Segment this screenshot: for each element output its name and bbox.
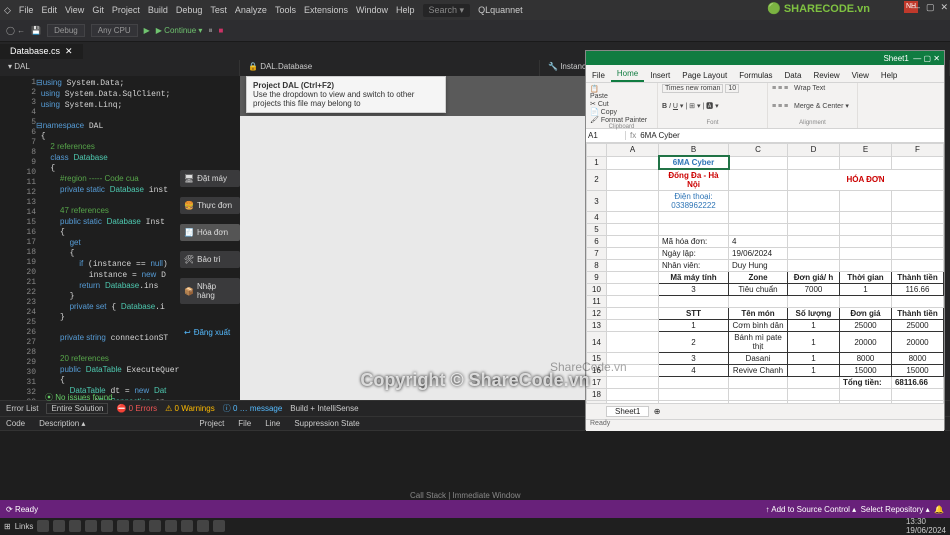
start-button[interactable]: ▶: [144, 26, 150, 35]
tab-insert[interactable]: Insert: [644, 69, 676, 82]
menu-window[interactable]: Window: [356, 5, 388, 15]
taskbar-app-icon[interactable]: [37, 520, 49, 532]
tab-file[interactable]: File: [586, 69, 611, 82]
taskbar-app-icon[interactable]: [53, 520, 65, 532]
menu-tools[interactable]: Tools: [275, 5, 296, 15]
tab-data[interactable]: Data: [779, 69, 808, 82]
fx-icon[interactable]: fx: [626, 131, 640, 140]
tab-review[interactable]: Review: [807, 69, 845, 82]
menu-edit[interactable]: Edit: [41, 5, 57, 15]
menu-test[interactable]: Test: [210, 5, 227, 15]
taskbar-app-icon[interactable]: [197, 520, 209, 532]
window-max-icon[interactable]: ▢: [926, 2, 935, 13]
menu-git[interactable]: Git: [92, 5, 104, 15]
debug-stop-icon[interactable]: ■: [218, 26, 223, 35]
start-icon[interactable]: ⊞: [4, 522, 11, 531]
platform-combo[interactable]: Any CPU: [91, 24, 138, 37]
sidebar-dang-xuat[interactable]: ↩ Đăng xuất: [180, 324, 240, 341]
tab-view[interactable]: View: [846, 69, 875, 82]
merge-center-button[interactable]: Merge & Center ▾: [794, 103, 849, 110]
callstack-tabs[interactable]: Call Stack | Immediate Window: [410, 491, 521, 500]
config-combo[interactable]: Debug: [47, 24, 85, 37]
menu-file[interactable]: File: [19, 5, 34, 15]
excel-ribbon-tabs: File Home Insert Page Layout Formulas Da…: [586, 65, 944, 83]
vs-logo: ◇: [4, 5, 11, 16]
output-panel: [0, 430, 950, 500]
excel-max-icon[interactable]: ▢: [924, 54, 932, 63]
font-size-combo[interactable]: 10: [725, 84, 739, 93]
excel-sheet[interactable]: ABCDEF16MA Cyber2Đống Đa - Hà NộiHÓA ĐƠN…: [586, 143, 944, 403]
sharecode-logo: 🟢 SHARECODE.vn: [767, 2, 870, 15]
select-repo-button[interactable]: Select Repository ▴: [861, 505, 930, 514]
taskbar-app-icon[interactable]: [133, 520, 145, 532]
menu-debug[interactable]: Debug: [176, 5, 203, 15]
add-sheet-icon[interactable]: ⊕: [649, 407, 660, 416]
menu-extensions[interactable]: Extensions: [304, 5, 348, 15]
windows-taskbar: ⊞ Links 13:3019/06/2024: [0, 518, 950, 534]
taskbar-app-icon[interactable]: [117, 520, 129, 532]
sidebar-bao-tri[interactable]: 🛠 Bảo trì: [180, 251, 240, 268]
taskbar-app-icon[interactable]: [213, 520, 225, 532]
taskbar-app-icon[interactable]: [69, 520, 81, 532]
menu-search[interactable]: Search ▾: [423, 4, 471, 17]
tray-time[interactable]: 13:3019/06/2024: [906, 517, 946, 535]
excel-window: Sheet1 — ▢ ✕ File Home Insert Page Layou…: [585, 50, 945, 430]
taskbar-app-icon[interactable]: [181, 520, 193, 532]
tab-database-cs[interactable]: Database.cs ✕: [0, 44, 83, 59]
solution-name: QLquannet: [478, 5, 523, 15]
name-box[interactable]: A1: [586, 131, 626, 140]
debug-continue-icon[interactable]: ▶ Continue ▾: [156, 26, 203, 35]
menu-view[interactable]: View: [65, 5, 84, 15]
save-icon[interactable]: 💾: [31, 26, 41, 35]
window-close-icon[interactable]: ✕: [940, 2, 948, 13]
excel-ribbon: 📋Paste ✂ Cut📄 Copy🖌 Format Painter Clipb…: [586, 83, 944, 129]
sidebar-dat-may[interactable]: 🖥 Đặt máy: [180, 170, 240, 187]
menu-build[interactable]: Build: [148, 5, 168, 15]
source-control-button[interactable]: ↑ Add to Source Control ▴: [765, 505, 856, 514]
format-painter-button[interactable]: Format Painter: [601, 117, 647, 124]
paste-button[interactable]: Paste: [590, 93, 608, 100]
formula-input[interactable]: 6MA Cyber: [640, 131, 680, 140]
menu-analyze[interactable]: Analyze: [235, 5, 267, 15]
sheet1-tab[interactable]: Sheet1: [606, 406, 649, 417]
tab-pagelayout[interactable]: Page Layout: [676, 69, 733, 82]
taskbar-app-icon[interactable]: [149, 520, 161, 532]
font-name-combo[interactable]: Times new roman: [662, 84, 723, 93]
wrap-text-button[interactable]: Wrap Text: [794, 85, 825, 92]
taskbar-app-icon[interactable]: [165, 520, 177, 532]
tab-formulas[interactable]: Formulas: [733, 69, 778, 82]
no-issues: ⦿ No issues found: [45, 392, 113, 403]
excel-close-icon[interactable]: ✕: [933, 54, 940, 63]
menu-help[interactable]: Help: [396, 5, 415, 15]
excel-titlebar: Sheet1 — ▢ ✕: [586, 51, 944, 65]
sheet-tabs: Sheet1 ⊕: [586, 403, 944, 419]
line-numbers: 1234567891011121314151617181920212223242…: [12, 76, 36, 416]
tab-home[interactable]: Home: [611, 67, 644, 82]
vs-status-bar: ⟳ Ready ↑ Add to Source Control ▴ Select…: [0, 500, 950, 518]
app-sidebar: 🖥 Đặt máy 🍔 Thực đơn 🧾 Hóa đơn 🛠 Bảo trì…: [180, 170, 240, 341]
sidebar-nhap-hang[interactable]: 📦 Nhập hàng: [180, 278, 240, 304]
nav-namespace-combo[interactable]: ▾ DAL: [0, 60, 240, 76]
sidebar-thuc-don[interactable]: 🍔 Thực đơn: [180, 197, 240, 214]
window-min-icon[interactable]: —: [911, 2, 920, 13]
menu-project[interactable]: Project: [112, 5, 140, 15]
debug-pause-icon[interactable]: ⏸: [208, 26, 212, 36]
copy-button[interactable]: Copy: [601, 109, 617, 116]
vs-toolbar: ◯ ← 💾 Debug Any CPU ▶ ▶ Continue ▾ ⏸ ■: [0, 20, 950, 42]
project-tooltip: Project DAL (Ctrl+F2) Use the dropdown t…: [246, 76, 446, 113]
formula-bar[interactable]: A1 fx 6MA Cyber: [586, 129, 944, 143]
nav-class-combo[interactable]: 🔒 DAL.Database: [240, 60, 540, 76]
excel-min-icon[interactable]: —: [913, 54, 921, 63]
taskbar-app-icon[interactable]: [101, 520, 113, 532]
tab-help[interactable]: Help: [875, 69, 903, 82]
excel-status: Ready: [586, 419, 944, 431]
nav-back-icon[interactable]: ◯ ←: [6, 26, 25, 35]
sidebar-hoa-don[interactable]: 🧾 Hóa đơn: [180, 224, 240, 241]
scope-combo[interactable]: Entire Solution: [46, 403, 108, 414]
taskbar-links[interactable]: Links: [15, 522, 34, 531]
taskbar-app-icon[interactable]: [85, 520, 97, 532]
cut-button[interactable]: Cut: [598, 101, 609, 108]
